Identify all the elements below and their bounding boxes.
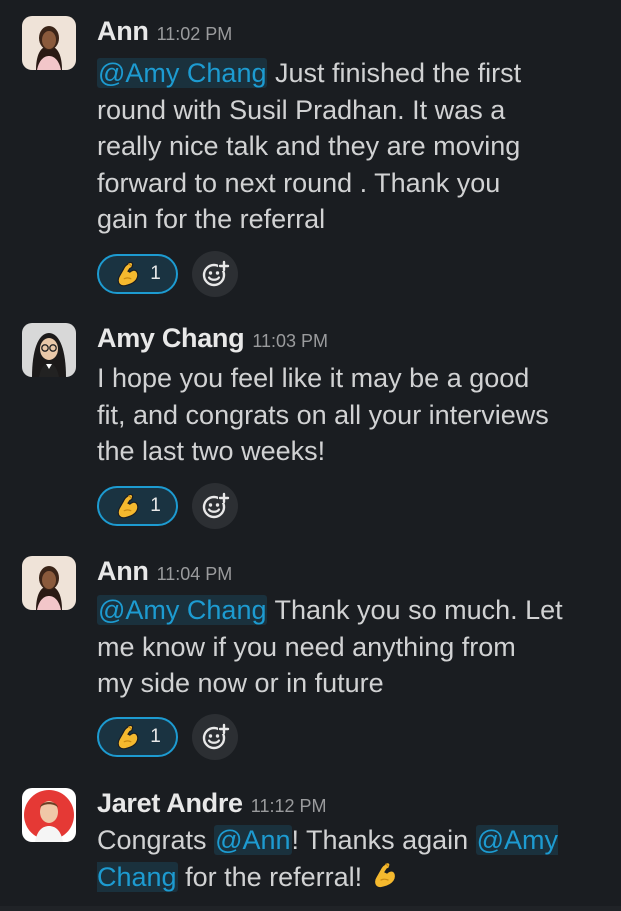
text-line: really nice talk and they are moving [97,131,521,161]
text-line: forward to next round . Thank you [97,167,501,198]
message-text: @Amy Chang Just finished the first round … [97,55,609,238]
text-line: Thank you so much. Let [267,595,563,625]
message-text: @Amy Chang Thank you so much. Let me know… [97,592,609,702]
flexed-biceps-icon [114,260,142,288]
reactions-bar: 1 [97,714,238,760]
reactions-bar: 1 [97,251,238,297]
text-line: the last two weeks! [97,436,326,466]
author-name[interactable]: Jaret Andre [97,788,243,819]
author-name[interactable]: Ann [97,556,149,587]
text-line: gain for the referral [97,204,326,234]
text-line: Just finished the first [267,58,522,88]
add-reaction-button[interactable] [192,251,238,297]
reaction-count: 1 [150,263,161,284]
text-line: my side now or in future [97,668,384,698]
add-emoji-icon [200,491,230,521]
text-line: I hope you feel like it may be a good [97,363,530,393]
timestamp[interactable]: 11:03 PM [252,331,328,352]
reaction-flexed-biceps[interactable]: 1 [97,254,178,294]
mention-part: Chang [97,861,177,892]
add-emoji-icon [200,722,230,752]
avatar-ann[interactable] [22,556,76,610]
avatar-amy-chang[interactable] [22,323,76,377]
add-reaction-button[interactable] [192,714,238,760]
flexed-biceps-icon [370,860,400,890]
add-emoji-icon [200,259,230,289]
author-name[interactable]: Amy Chang [97,323,245,354]
flexed-biceps-icon [114,723,142,751]
add-reaction-button[interactable] [192,483,238,529]
message-text: I hope you feel like it may be a good fit… [97,360,609,470]
timestamp[interactable]: 11:04 PM [157,564,233,585]
mention-part: @Amy [476,825,559,855]
mention-ann[interactable]: @Ann [214,825,292,855]
text-line: fit, and congrats on all your interviews [97,399,549,430]
avatar-ann[interactable] [22,16,76,70]
composer-edge [0,906,621,911]
avatar-jaret-andre[interactable] [22,788,76,842]
reaction-flexed-biceps[interactable]: 1 [97,486,178,526]
reactions-bar: 1 [97,483,238,529]
text-line: me know if you need anything from [97,631,516,662]
author-name[interactable]: Ann [97,16,149,47]
text-segment: ! Thanks again [291,825,476,855]
reaction-count: 1 [150,495,161,516]
reaction-flexed-biceps[interactable]: 1 [97,717,178,757]
text-segment: Congrats [97,825,215,855]
flexed-biceps-icon [114,492,142,520]
timestamp[interactable]: 11:12 PM [251,796,327,817]
text-line: round with Susil Pradhan. It was a [97,94,506,125]
text-segment: for the referral! [177,861,370,892]
timestamp[interactable]: 11:02 PM [157,24,233,45]
message-text: Congrats @Ann! Thanks again @Amy Chang fo… [97,822,609,895]
reaction-count: 1 [150,726,161,747]
mention-amy-chang[interactable]: @Amy Chang [97,58,268,88]
mention-amy-chang[interactable]: @Amy Chang [97,595,268,625]
